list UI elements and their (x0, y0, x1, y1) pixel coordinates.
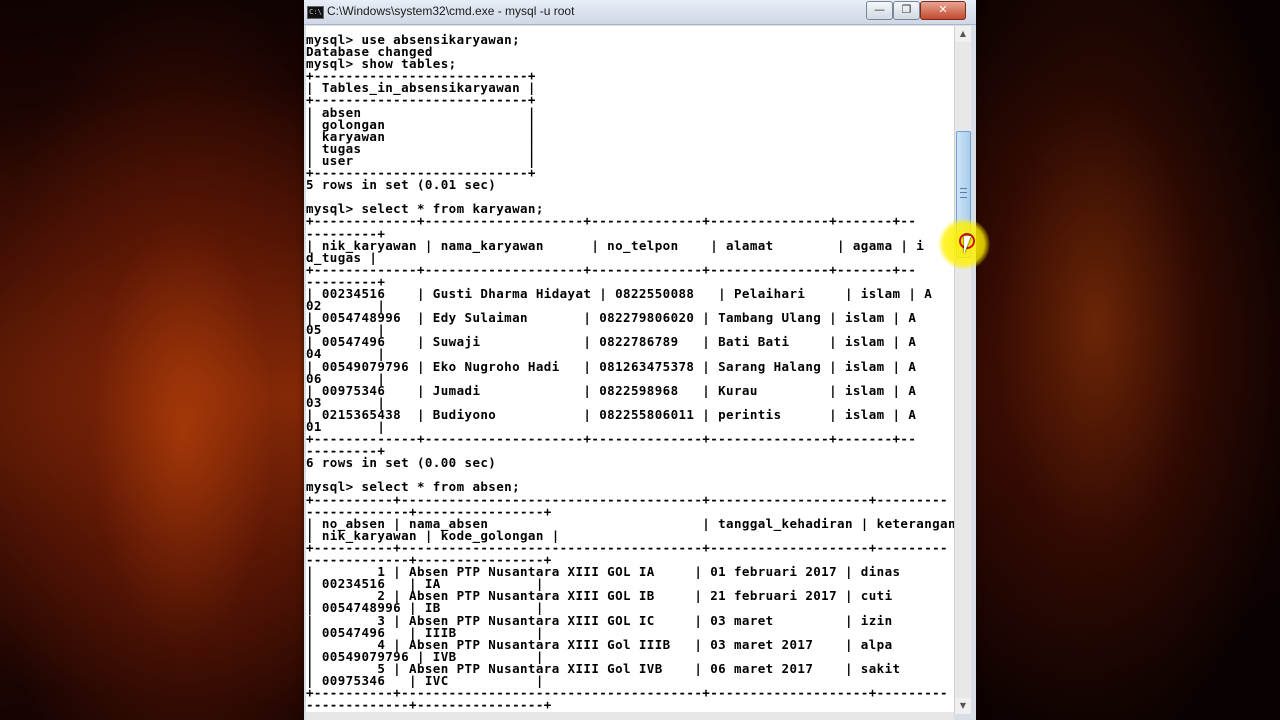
scroll-down-arrow-icon[interactable]: ▼ (955, 698, 971, 714)
console-output[interactable]: mysql> use absensikaryawan; Database cha… (306, 26, 954, 714)
console-text: mysql> use absensikaryawan; Database cha… (306, 32, 954, 713)
minimize-button[interactable]: — (866, 1, 893, 20)
background-right (975, 0, 1280, 720)
grip-icon (960, 188, 967, 198)
cmd-window: C:\ C:\Windows\system32\cmd.exe - mysql … (304, 0, 976, 720)
vertical-scrollbar[interactable]: ▲ ▼ (954, 26, 971, 714)
cmd-icon: C:\ (307, 6, 324, 19)
maximize-button[interactable]: ❐ (893, 1, 920, 20)
title-bar[interactable]: C:\ C:\Windows\system32\cmd.exe - mysql … (304, 0, 976, 25)
window-title: C:\Windows\system32\cmd.exe - mysql -u r… (327, 4, 575, 18)
horizontal-scrollbar[interactable] (306, 712, 954, 720)
close-button[interactable]: ✕ (920, 1, 966, 20)
mouse-cursor-icon (964, 236, 971, 254)
scroll-up-arrow-icon[interactable]: ▲ (955, 26, 971, 42)
background-left (0, 0, 305, 720)
